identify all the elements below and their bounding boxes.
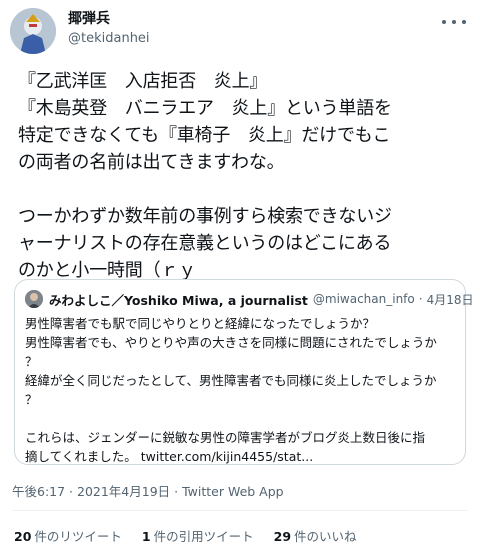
author-info[interactable]: 揶弾兵 @tekidanhei	[68, 10, 150, 48]
tweet-line: の両者の名前は出てきますわな。	[18, 152, 285, 173]
quoted-line: 男性障害者でも駅で同じやりとりと経緯になったでしょうか？	[25, 316, 376, 331]
quoted-line: ？	[25, 354, 38, 369]
tweet-date[interactable]: 2021年4月19日	[77, 484, 170, 499]
quoted-author-avatar	[25, 290, 43, 308]
quoted-line: ？	[25, 392, 38, 407]
quoted-tweet-header: みわよしこ／Yoshiko Miwa, a journalist @miwach…	[25, 290, 473, 308]
author-name[interactable]: 揶弾兵	[68, 10, 150, 28]
likes-label: 件のいいね	[294, 529, 357, 544]
quoted-line: 経緯が全く同じだったとして、男性障害者でも同様に炎上したでしょうか	[25, 373, 437, 388]
tweet-line: ャーナリストの存在意義というのはどこにある	[18, 233, 392, 254]
tweet-client[interactable]: Twitter Web App	[182, 484, 284, 499]
tweet-time[interactable]: 午後6:17	[12, 484, 65, 499]
meta-separator: ·	[170, 484, 183, 499]
quoted-author-name: みわよしこ／Yoshiko Miwa, a journalist	[49, 292, 308, 308]
author-avatar[interactable]	[10, 8, 56, 54]
likes-count: 29	[273, 529, 292, 544]
tweet-header: 揶弾兵 @tekidanhei	[10, 8, 470, 56]
meta-separator: ·	[65, 484, 77, 499]
tweet-line: つーかわずか数年前の事例すら検索できないジ	[18, 206, 392, 227]
quoted-line: 男性障害者でも、やりとりや声の大きさを同様に問題にされたでしょうか	[25, 335, 437, 350]
quote-tweets-label: 件の引用ツイート	[153, 529, 254, 544]
quoted-author-handle: @miwachan_info	[312, 292, 415, 306]
author-handle[interactable]: @tekidanhei	[68, 30, 150, 48]
quoted-date: 4月18日	[426, 292, 474, 307]
quoted-line: これらは、ジェンダーに鋭敏な男性の障害学者がブログ炎上数日後に指	[25, 430, 426, 445]
tweet-line: 『乙武洋匡 入店拒否 炎上』	[18, 71, 268, 92]
quote-tweets-count: 1	[141, 529, 151, 544]
divider	[12, 510, 468, 511]
quoted-separator: ·	[418, 292, 423, 306]
tweet-text: 『乙武洋匡 入店拒否 炎上』 『木島英登 バニラエア 炎上』という単語を 特定で…	[18, 68, 474, 284]
retweets-stat[interactable]: 20 件のリツイート	[14, 526, 122, 545]
tweet-line: 『木島英登 バニラエア 炎上』という単語を	[18, 98, 392, 119]
quote-tweets-stat[interactable]: 1 件の引用ツイート	[142, 526, 254, 545]
quoted-tweet[interactable]: みわよしこ／Yoshiko Miwa, a journalist @miwach…	[14, 279, 473, 466]
retweets-count: 20	[14, 529, 32, 544]
likes-stat[interactable]: 29 件のいいね	[274, 526, 357, 545]
quoted-tweet-text: 男性障害者でも駅で同じやりとりと経緯になったでしょうか？ 男性障害者でも、やりと…	[25, 314, 457, 466]
tweet-line: 特定できなくても『車椅子 炎上』だけでもこ	[18, 125, 391, 146]
retweets-label: 件のリツイート	[34, 529, 122, 544]
quoted-line: 摘してくれました。 twitter.com/kijin4455/stat...	[25, 449, 314, 464]
quoted-blank-line	[25, 409, 457, 428]
tweet-stats: 20 件のリツイート 1 件の引用ツイート 29 件のいいね	[14, 526, 377, 545]
more-options-icon[interactable]	[442, 14, 466, 30]
tweet-meta: 午後6:17 · 2021年4月19日 · Twitter Web App	[12, 481, 284, 500]
